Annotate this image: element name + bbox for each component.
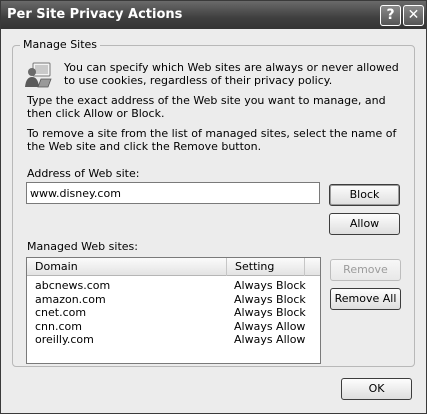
list-item[interactable]: cnn.com Always Allow xyxy=(27,320,320,334)
list-header: Domain Setting xyxy=(27,258,320,276)
domain-cell: abcnews.com xyxy=(35,279,111,292)
column-header-setting[interactable]: Setting xyxy=(227,258,305,276)
address-label: Address of Web site: xyxy=(27,167,140,180)
list-item[interactable]: abcnews.com Always Block xyxy=(27,279,320,293)
domain-cell: cnn.com xyxy=(35,319,82,333)
managed-sites-label: Managed Web sites: xyxy=(27,240,138,253)
remove-all-button[interactable]: Remove All xyxy=(330,288,401,310)
list-item[interactable]: oreilly.com Always Allow xyxy=(27,333,320,347)
title-bar[interactable]: Per Site Privacy Actions ? ✕ xyxy=(1,1,426,29)
close-button[interactable]: ✕ xyxy=(403,5,424,26)
managed-sites-list[interactable]: Domain Setting abcnews.com Always Block … xyxy=(26,257,321,364)
dialog-window: Per Site Privacy Actions ? ✕ Manage Site… xyxy=(0,0,427,414)
column-header-domain[interactable]: Domain xyxy=(27,258,227,276)
block-button[interactable]: Block xyxy=(329,184,400,206)
setting-cell: Always Block xyxy=(234,279,306,292)
remove-button[interactable]: Remove xyxy=(330,259,401,281)
intro-text: You can specify which Web sites are alwa… xyxy=(64,61,399,87)
privacy-sites-icon xyxy=(25,62,52,88)
help-button[interactable]: ? xyxy=(380,5,401,26)
ok-button[interactable]: OK xyxy=(341,378,412,400)
address-input[interactable] xyxy=(26,182,320,204)
domain-cell: cnet.com xyxy=(35,306,87,320)
setting-cell: Always Block xyxy=(234,292,306,306)
domain-cell: amazon.com xyxy=(35,292,106,306)
allow-button[interactable]: Allow xyxy=(329,213,400,235)
list-item[interactable]: cnet.com Always Block xyxy=(27,306,320,320)
setting-cell: Always Allow xyxy=(234,319,306,333)
domain-cell: oreilly.com xyxy=(35,333,94,347)
type-address-instructions: Type the exact address of the Web site y… xyxy=(27,94,386,120)
window-title: Per Site Privacy Actions xyxy=(7,7,183,22)
remove-instructions: To remove a site from the list of manage… xyxy=(27,127,397,153)
setting-cell: Always Allow xyxy=(234,333,306,347)
list-rows: abcnews.com Always Block amazon.com Alwa… xyxy=(27,279,320,347)
list-item[interactable]: amazon.com Always Block xyxy=(27,293,320,307)
group-legend: Manage Sites xyxy=(20,38,101,51)
setting-cell: Always Block xyxy=(234,306,306,320)
